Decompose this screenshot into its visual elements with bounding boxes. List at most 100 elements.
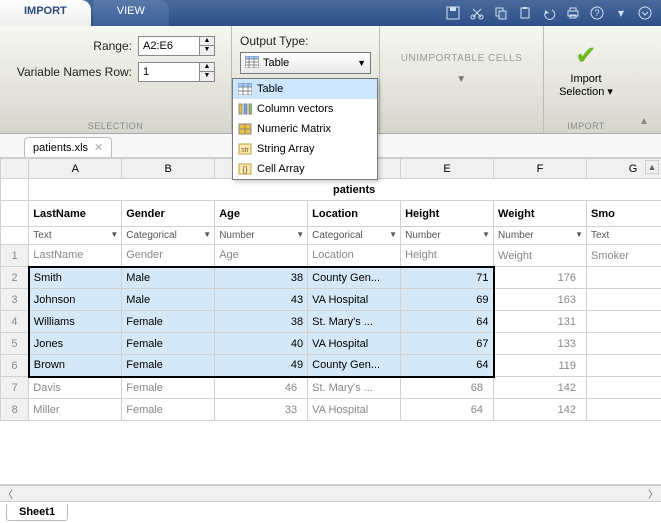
- cell[interactable]: Jones: [29, 333, 122, 355]
- cell[interactable]: Brown: [29, 355, 122, 377]
- tab-view[interactable]: VIEW: [93, 0, 169, 26]
- paste-icon[interactable]: [515, 3, 535, 23]
- save-icon[interactable]: [443, 3, 463, 23]
- cell[interactable]: Location: [308, 245, 401, 267]
- cell[interactable]: 131: [494, 311, 587, 333]
- cell[interactable]: Johnson: [29, 289, 122, 311]
- row-number[interactable]: 4: [1, 311, 29, 333]
- col-header[interactable]: B: [122, 159, 215, 179]
- scroll-right-icon[interactable]: 〉: [645, 486, 661, 501]
- close-icon[interactable]: ✕: [94, 141, 103, 154]
- var-type[interactable]: Categorical▼: [122, 227, 215, 245]
- var-name[interactable]: Age: [215, 201, 308, 227]
- cut-icon[interactable]: [467, 3, 487, 23]
- ribbon-collapse-icon[interactable]: ▴: [628, 26, 660, 133]
- cell[interactable]: 142: [494, 399, 587, 421]
- toolbar-more-icon[interactable]: [635, 3, 655, 23]
- cell[interactable]: St. Mary's ...: [308, 311, 401, 333]
- cell[interactable]: Male: [122, 267, 215, 289]
- menu-item-numeric-matrix[interactable]: Numeric Matrix: [233, 119, 377, 139]
- cell[interactable]: 40: [215, 333, 308, 355]
- unimportable-expand-icon[interactable]: ▼: [456, 74, 466, 85]
- sheet-tab[interactable]: Sheet1: [6, 504, 68, 521]
- horizontal-scrollbar[interactable]: 〈 〉: [0, 485, 661, 501]
- row-number[interactable]: 7: [1, 377, 29, 399]
- cell[interactable]: 69: [401, 289, 494, 311]
- cell[interactable]: 67: [401, 333, 494, 355]
- col-header[interactable]: E: [401, 159, 494, 179]
- col-header[interactable]: F: [494, 159, 587, 179]
- cell[interactable]: Williams: [29, 311, 122, 333]
- cell[interactable]: 64: [401, 399, 494, 421]
- var-type[interactable]: Number▼: [401, 227, 494, 245]
- cell[interactable]: [587, 267, 661, 289]
- cell[interactable]: 142: [494, 377, 587, 399]
- cell[interactable]: Height: [401, 245, 494, 267]
- corner-cell[interactable]: [1, 159, 29, 179]
- undo-icon[interactable]: [539, 3, 559, 23]
- menu-item-string-array[interactable]: str String Array: [233, 139, 377, 159]
- cell[interactable]: County Gen...: [308, 267, 401, 289]
- toolbar-dropdown-icon[interactable]: ▾: [611, 3, 631, 23]
- var-name[interactable]: Location: [308, 201, 401, 227]
- row-number[interactable]: 5: [1, 333, 29, 355]
- print-icon[interactable]: [563, 3, 583, 23]
- cell[interactable]: [587, 289, 661, 311]
- row-number[interactable]: 1: [1, 245, 29, 267]
- cell[interactable]: VA Hospital: [308, 289, 401, 311]
- help-icon[interactable]: ?: [587, 3, 607, 23]
- cell[interactable]: VA Hospital: [308, 399, 401, 421]
- copy-icon[interactable]: [491, 3, 511, 23]
- import-button[interactable]: ImportSelection ▾: [559, 73, 613, 98]
- cell[interactable]: [587, 311, 661, 333]
- varnames-input[interactable]: [138, 62, 200, 82]
- row-number[interactable]: 6: [1, 355, 29, 377]
- tab-import[interactable]: IMPORT: [0, 0, 91, 26]
- cell[interactable]: Age: [215, 245, 308, 267]
- cell[interactable]: St. Mary's ...: [308, 377, 401, 399]
- cell[interactable]: 33: [215, 399, 308, 421]
- var-type[interactable]: Text▼: [587, 227, 661, 245]
- row-number[interactable]: 3: [1, 289, 29, 311]
- menu-item-table[interactable]: Table: [233, 79, 377, 99]
- cell[interactable]: County Gen...: [308, 355, 401, 377]
- cell[interactable]: Miller: [29, 399, 122, 421]
- var-name[interactable]: Weight: [494, 201, 587, 227]
- cell[interactable]: Female: [122, 399, 215, 421]
- menu-item-cell-array[interactable]: {} Cell Array: [233, 159, 377, 179]
- var-name[interactable]: Smo: [587, 201, 661, 227]
- cell[interactable]: Female: [122, 355, 215, 377]
- var-type[interactable]: Categorical▼: [308, 227, 401, 245]
- file-tab[interactable]: patients.xls ✕: [24, 137, 112, 157]
- var-type[interactable]: Text▼: [29, 227, 122, 245]
- scroll-up-icon[interactable]: ▲: [645, 160, 659, 174]
- cell[interactable]: 71: [401, 267, 494, 289]
- cell[interactable]: [587, 333, 661, 355]
- var-name[interactable]: Height: [401, 201, 494, 227]
- cell[interactable]: Weight: [494, 245, 587, 267]
- cell[interactable]: [587, 399, 661, 421]
- cell[interactable]: 43: [215, 289, 308, 311]
- cell[interactable]: Smith: [29, 267, 122, 289]
- cell[interactable]: Smoker: [587, 245, 661, 267]
- cell[interactable]: 38: [215, 267, 308, 289]
- menu-item-column-vectors[interactable]: Column vectors: [233, 99, 377, 119]
- cell[interactable]: Gender: [122, 245, 215, 267]
- varnames-spin-up[interactable]: ▲: [200, 63, 214, 72]
- row-number[interactable]: 2: [1, 267, 29, 289]
- cell[interactable]: 119: [494, 355, 587, 377]
- var-name[interactable]: Gender: [122, 201, 215, 227]
- cell[interactable]: Female: [122, 311, 215, 333]
- range-spin-up[interactable]: ▲: [200, 37, 214, 46]
- output-type-dropdown[interactable]: Table ▼: [240, 52, 371, 74]
- scroll-left-icon[interactable]: 〈: [0, 486, 16, 501]
- cell[interactable]: 68: [401, 377, 494, 399]
- range-spin-down[interactable]: ▼: [200, 46, 214, 55]
- cell[interactable]: Female: [122, 377, 215, 399]
- cell[interactable]: 64: [401, 311, 494, 333]
- data-grid[interactable]: ABCDEFGpatientsLastNameGenderAgeLocation…: [0, 158, 661, 421]
- cell[interactable]: 133: [494, 333, 587, 355]
- cell[interactable]: [587, 355, 661, 377]
- row-number[interactable]: 8: [1, 399, 29, 421]
- varnames-spin-down[interactable]: ▼: [200, 72, 214, 81]
